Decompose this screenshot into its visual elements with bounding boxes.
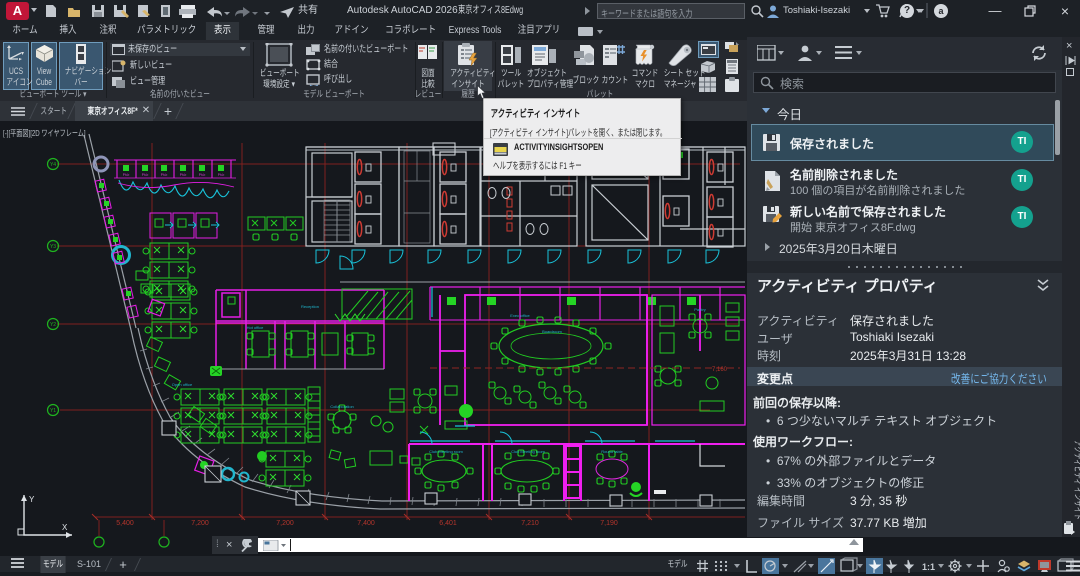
svg-text:Ph.b: Ph.b	[123, 173, 130, 177]
svg-text:Y: Y	[29, 495, 35, 504]
svg-text:7,400: 7,400	[357, 520, 375, 527]
svg-text:Club Meeting room: Club Meeting room	[429, 449, 463, 454]
svg-text:Ph.b: Ph.b	[218, 173, 225, 177]
svg-text:7,200: 7,200	[276, 520, 294, 527]
svg-text:7,160: 7,160	[712, 367, 728, 373]
svg-text:Y3: Y3	[50, 244, 56, 250]
svg-text:7,200: 7,200	[191, 520, 209, 527]
svg-text:Ph.b: Ph.b	[142, 173, 149, 177]
svg-text:Reception: Reception	[301, 304, 319, 309]
svg-text:1:1: 1:1	[922, 562, 935, 572]
svg-text:5,400: 5,400	[116, 520, 134, 527]
svg-text:Y2: Y2	[50, 322, 56, 328]
svg-text:7,190: 7,190	[600, 520, 618, 527]
svg-text:Ph.b: Ph.b	[199, 173, 206, 177]
svg-text:Open office: Open office	[172, 382, 193, 387]
svg-text:7,210: 7,210	[521, 520, 539, 527]
svg-text:Club Meeting room: Club Meeting room	[511, 449, 545, 454]
svg-text:Collaboration: Collaboration	[330, 404, 354, 409]
svg-text:Pantry: Pantry	[694, 307, 706, 312]
svg-text:Hot office: Hot office	[247, 325, 265, 330]
svg-text:Boardroom: Boardroom	[542, 329, 562, 334]
svg-text:6,401: 6,401	[439, 520, 457, 527]
svg-text:Ph.b: Ph.b	[161, 173, 168, 177]
svg-text:Exec office: Exec office	[510, 313, 530, 318]
svg-text:Y4: Y4	[50, 162, 56, 168]
svg-text:X: X	[62, 523, 68, 532]
svg-text:Ph.b: Ph.b	[180, 173, 187, 177]
svg-text:Round table: Round table	[601, 449, 623, 454]
svg-text:アクティビティ インサイト: アクティビティ インサイト	[1073, 440, 1080, 520]
svg-text:Y1: Y1	[50, 408, 56, 414]
